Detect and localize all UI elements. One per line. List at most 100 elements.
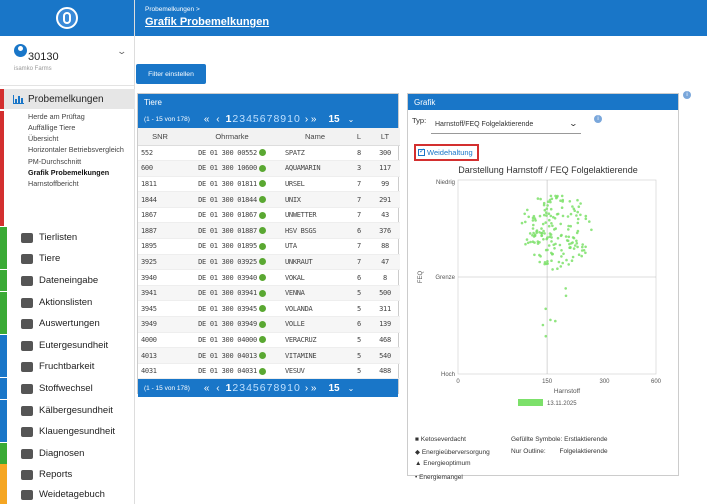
table-row[interactable]: 1895 DE 01 300 01895 UTA 7 88: [138, 238, 400, 255]
pager-pages[interactable]: 12345678910: [226, 113, 301, 125]
page-size-select[interactable]: 15: [328, 383, 339, 394]
table-row[interactable]: 1887 DE 01 300 01887 HSV BSGS 6 376: [138, 222, 400, 240]
data-point: [533, 233, 537, 237]
table-cell-lt: 468: [370, 332, 400, 349]
subnav-item-pm-durchschnitt[interactable]: PM-Durchschnitt: [4, 156, 135, 167]
data-point: [556, 267, 559, 270]
subnav-item-grafik[interactable]: Grafik Probemelkungen: [4, 167, 135, 178]
sidebar-item-dateneingabe[interactable]: Dateneingabe: [0, 270, 135, 291]
info-icon[interactable]: i: [683, 91, 691, 99]
sidebar-item-eutergesundheit[interactable]: Eutergesundheit: [0, 335, 135, 356]
subnav-item-betriebsvergleich[interactable]: Horizontaler Betriebsvergleich: [4, 144, 135, 156]
sidebar-item-diagnosen[interactable]: Diagnosen: [0, 443, 135, 464]
logo-bar[interactable]: [0, 0, 134, 36]
table-cell-l: 5: [348, 363, 370, 380]
data-point: [568, 200, 572, 203]
data-point: [588, 220, 591, 223]
table-row[interactable]: 3945 DE 01 300 03945 VOLANDA 5 311: [138, 300, 400, 318]
pager-pages[interactable]: 12345678910: [226, 382, 301, 394]
sidebar-item-probemelkungen[interactable]: Probemelkungen: [0, 89, 135, 109]
data-point: [549, 214, 553, 218]
table-row[interactable]: 4000 DE 01 300 04000 VERACRUZ 5 468: [138, 332, 400, 349]
data-point: [538, 214, 542, 218]
data-point: [575, 231, 579, 235]
sidebar-item-kälbergesundheit[interactable]: Kälbergesundheit: [0, 400, 135, 421]
pager-bottom: (1 - 15 von 178) « ‹ 12345678910 › » 15 …: [138, 379, 398, 398]
table-row[interactable]: 1811 DE 01 300 01811 URSEL 7 99: [138, 176, 400, 193]
table-cell-name: VOLLE: [282, 316, 348, 333]
column-header-lt[interactable]: LT: [370, 128, 400, 146]
column-header-l[interactable]: L: [348, 128, 370, 146]
animals-table: SNR Ohrmarke Name L LT 552 DE 01 300 0055…: [138, 128, 400, 380]
data-point: [558, 243, 562, 247]
data-point: [580, 249, 584, 252]
pager-next-buttons[interactable]: › »: [305, 383, 317, 394]
table-row[interactable]: 3925 DE 01 300 03925 UNKRAUT 7 47: [138, 254, 400, 271]
data-point: [546, 260, 549, 263]
sidebar-item-fruchtbarkeit[interactable]: Fruchtbarkeit: [0, 356, 135, 377]
pager-next-buttons[interactable]: › »: [305, 114, 317, 125]
column-header-name[interactable]: Name: [282, 128, 348, 146]
data-point: [527, 215, 530, 219]
sidebar-item-auswertungen[interactable]: Auswertungen: [0, 313, 135, 334]
app-logo: [56, 7, 78, 29]
table-cell-snr: 552: [138, 145, 182, 162]
data-point: [524, 220, 527, 224]
sidebar-item-weidetagebuch[interactable]: Weidetagebuch: [0, 484, 135, 504]
table-cell-name: VITAMINE: [282, 347, 348, 364]
breadcrumb[interactable]: Probemelkungen >: [145, 6, 200, 13]
filter-button[interactable]: Filter einstellen: [136, 64, 206, 84]
table-row[interactable]: 552 DE 01 300 00552 SPATZ 8 300: [138, 145, 400, 162]
sidebar-item-aktionslisten[interactable]: Aktionslisten: [0, 292, 135, 313]
chevron-down-icon[interactable]: ⌄: [348, 115, 355, 124]
table-cell-name: AQUAMARIN: [282, 160, 348, 177]
data-point: [568, 246, 571, 249]
dot-icon: •: [415, 474, 418, 481]
table-row[interactable]: 3941 DE 01 300 03941 VENNA 5 500: [138, 285, 400, 302]
subnav-item-herde[interactable]: Herde am Prüftag: [4, 111, 135, 122]
grafik-panel-title: Grafik: [408, 94, 678, 110]
data-point: [548, 232, 552, 235]
table-row[interactable]: 1867 DE 01 300 01867 UNWETTER 7 43: [138, 207, 400, 224]
account-selector[interactable]: 30130 isamko Farms ⌄: [0, 36, 134, 86]
weidehaltung-checkbox[interactable]: Weidehaltung: [414, 144, 479, 161]
page-size-select[interactable]: 15: [328, 114, 339, 125]
chevron-down-icon[interactable]: ⌄: [116, 46, 127, 57]
sidebar: 30130 isamko Farms ⌄ Probemelkungen Herd…: [0, 0, 135, 504]
table-cell-ohrmarke: DE 01 300 10600: [182, 160, 282, 177]
table-row[interactable]: 600 DE 01 300 10600 AQUAMARIN 3 117: [138, 160, 400, 177]
table-cell-lt: 311: [370, 300, 400, 318]
sidebar-item-tiere[interactable]: Tiere: [0, 248, 135, 269]
sidebar-item-klauengesundheit[interactable]: Klauengesundheit: [0, 421, 135, 442]
pager-top: (1 - 15 von 178) « ‹ 12345678910 › » 15 …: [138, 110, 398, 128]
list-icon: [21, 232, 33, 243]
sidebar-item-label: Probemelkungen: [28, 93, 104, 105]
pager-prev-buttons[interactable]: « ‹: [204, 383, 222, 394]
table-row[interactable]: 1844 DE 01 300 01844 UNIX 7 291: [138, 191, 400, 208]
info-icon[interactable]: i: [594, 115, 602, 123]
table-row[interactable]: 4013 DE 01 300 04013 VITAMINE 5 540: [138, 347, 400, 364]
subnav-item-uebersicht[interactable]: Übersicht: [4, 133, 135, 144]
table-row[interactable]: 4031 DE 01 300 04031 VESUV 5 488: [138, 363, 400, 380]
table-cell-lt: 376: [370, 222, 400, 240]
table-cell-ohrmarke: DE 01 300 04000: [182, 332, 282, 349]
column-header-snr[interactable]: SNR: [138, 128, 182, 146]
sidebar-item-stoffwechsel[interactable]: Stoffwechsel: [0, 378, 135, 399]
chevron-down-icon[interactable]: ⌄: [348, 384, 355, 393]
pager-prev-buttons[interactable]: « ‹: [204, 114, 222, 125]
column-header-ohrmarke[interactable]: Ohrmarke: [182, 128, 282, 146]
sidebar-item-tierlisten[interactable]: Tierlisten: [0, 227, 135, 248]
subnav-item-harnstoffbericht[interactable]: Harnstoffbericht: [4, 178, 135, 189]
data-point: [542, 238, 545, 241]
subnav-item-auffaellige[interactable]: Auffällige Tiere: [4, 122, 135, 133]
typ-select[interactable]: Harnstoff/FEQ Folgelaktierende ⌄: [431, 114, 581, 134]
table-cell-lt: 99: [370, 176, 400, 193]
table-cell-lt: 488: [370, 363, 400, 380]
table-cell-snr: 3941: [138, 285, 182, 302]
sidebar-item-reports[interactable]: Reports: [0, 464, 135, 485]
sidebar-item-label: Aktionslisten: [39, 297, 93, 308]
table-row[interactable]: 3949 DE 01 300 03949 VOLLE 6 139: [138, 316, 400, 333]
table-row[interactable]: 3940 DE 01 300 03940 VOKAL 6 8: [138, 269, 400, 286]
data-point: [543, 262, 546, 266]
table-cell-snr: 3925: [138, 254, 182, 271]
